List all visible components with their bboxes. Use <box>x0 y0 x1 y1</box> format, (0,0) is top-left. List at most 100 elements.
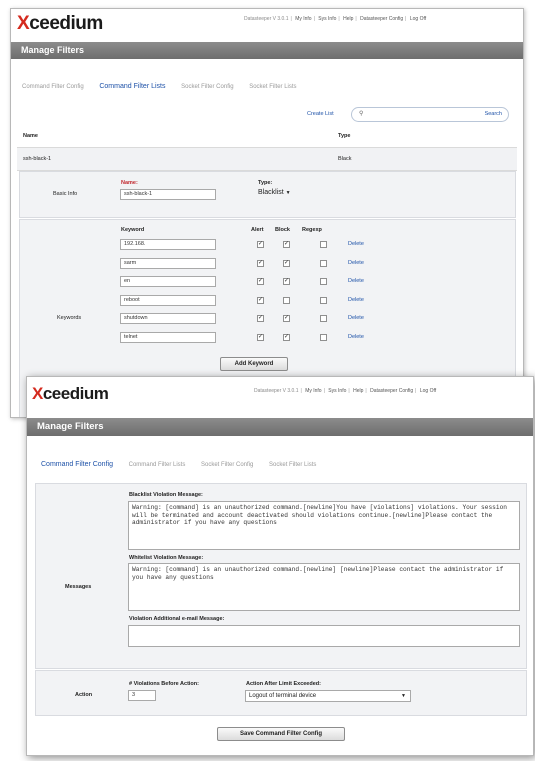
block-checkbox[interactable]: ✓ <box>283 333 290 341</box>
name-field[interactable]: ssh-black-1 <box>120 189 216 200</box>
add-keyword-button[interactable]: Add Keyword <box>220 357 288 371</box>
keyword-row: 192.168. ✓ ✓ Delete <box>20 236 515 252</box>
list-type: Black <box>338 156 352 162</box>
xceedium-logo: Xceedium <box>32 384 109 403</box>
type-label: Type: <box>258 180 273 186</box>
tab-socket-filter-config[interactable]: Socket Filter Config <box>201 462 253 468</box>
action-panel: Action # Violations Before Action: 3 Act… <box>35 670 527 716</box>
delete-keyword-link[interactable]: Delete <box>348 334 364 340</box>
block-checkbox[interactable]: ✓ <box>283 278 290 285</box>
my-info-link[interactable]: My Info <box>305 388 321 394</box>
command-filter-config-window: Xceedium Datasteeper V 3.0.1 | My Info | S… <box>26 376 534 756</box>
page-header: Manage Filters <box>27 418 533 436</box>
log-off-link[interactable]: Log Off <box>420 388 436 394</box>
tab-command-filter-config[interactable]: Command Filter Config <box>22 84 84 90</box>
datasteeper-config-link[interactable]: Datasteeper Config <box>370 388 413 394</box>
version-text: Datasteeper V 3.0.1 <box>244 16 289 22</box>
keyword-field[interactable]: shutdown <box>120 313 216 324</box>
delete-keyword-link[interactable]: Delete <box>348 315 364 321</box>
tab-command-filter-lists[interactable]: Command Filter Lists <box>129 462 186 468</box>
regexp-checkbox[interactable] <box>320 241 327 248</box>
alert-checkbox[interactable]: ✓ <box>257 278 264 285</box>
keyword-row: reboot ✓ Delete <box>20 292 515 308</box>
col-header-type: Type <box>338 133 351 139</box>
tab-socket-filter-lists[interactable]: Socket Filter Lists <box>269 462 316 468</box>
help-link[interactable]: Help <box>343 16 353 22</box>
keyword-field[interactable]: 192.168. <box>120 239 216 250</box>
tab-bar: Command Filter Config Command Filter Lis… <box>22 83 311 90</box>
basic-info-label: Basic Info <box>53 191 78 197</box>
violations-before-action-label: # Violations Before Action: <box>129 681 199 687</box>
help-link[interactable]: Help <box>353 388 363 394</box>
alert-checkbox[interactable]: ✓ <box>257 259 264 267</box>
my-info-link[interactable]: My Info <box>295 16 311 22</box>
version-text: Datasteeper V 3.0.1 <box>254 388 299 394</box>
kw-col-keyword: Keyword <box>121 227 145 233</box>
delete-keyword-link[interactable]: Delete <box>348 297 364 303</box>
chevron-down-icon: ▼ <box>285 190 291 196</box>
alert-checkbox[interactable]: ✓ <box>257 333 264 341</box>
block-checkbox[interactable] <box>283 296 290 304</box>
name-label: Name: <box>121 180 138 186</box>
col-header-name: Name <box>23 133 38 139</box>
keyword-row: en ✓ ✓ Delete <box>20 273 515 289</box>
alert-checkbox[interactable]: ✓ <box>257 315 264 322</box>
kw-col-regexp: Regexp <box>302 227 322 233</box>
top-nav: Datasteeper V 3.0.1 | My Info | Sys Info | … <box>244 16 427 22</box>
messages-panel: Messages Blacklist Violation Message: Wa… <box>35 483 527 669</box>
keyword-field[interactable]: sarm <box>120 257 216 269</box>
basic-info-panel: Basic Info Name: ssh-black-1 Type: Black… <box>19 171 516 218</box>
action-after-limit-select[interactable]: Logout of terminal device ▼ <box>245 690 411 702</box>
keyword-field[interactable]: telnet <box>120 331 216 343</box>
search-button[interactable]: Search <box>485 111 502 117</box>
top-nav: Datasteeper V 3.0.1 | My Info | Sys Info | … <box>254 388 437 394</box>
create-list-link[interactable]: Create List <box>307 111 334 117</box>
tab-socket-filter-lists[interactable]: Socket Filter Lists <box>249 84 296 90</box>
alert-checkbox[interactable]: ✓ <box>257 296 264 304</box>
email-message-textarea[interactable] <box>128 625 520 647</box>
tab-socket-filter-config[interactable]: Socket Filter Config <box>181 84 233 90</box>
kw-col-alert: Alert <box>251 227 264 233</box>
blacklist-message-label: Blacklist Violation Message: <box>129 492 203 498</box>
command-filter-lists-window: Xceedium Datasteeper V 3.0.1 | My Info | S… <box>10 8 524 418</box>
regexp-checkbox[interactable] <box>320 333 327 341</box>
regexp-checkbox[interactable] <box>320 278 327 285</box>
whitelist-message-textarea[interactable]: Warning: [command] is an unauthorized co… <box>128 563 520 611</box>
action-after-limit-label: Action After Limit Exceeded: <box>246 681 321 687</box>
log-off-link[interactable]: Log Off <box>410 16 426 22</box>
tab-command-filter-lists[interactable]: Command Filter Lists <box>99 83 165 90</box>
action-label: Action <box>75 692 93 698</box>
delete-keyword-link[interactable]: Delete <box>348 260 364 266</box>
sys-info-link[interactable]: Sys Info <box>318 16 336 22</box>
regexp-checkbox[interactable] <box>320 315 327 322</box>
email-message-label: Violation Additional e-mail Message: <box>129 616 225 622</box>
datasteeper-config-link[interactable]: Datasteeper Config <box>360 16 403 22</box>
alert-checkbox[interactable]: ✓ <box>257 241 264 248</box>
keyword-row: shutdown ✓ ✓ Delete <box>20 310 515 326</box>
regexp-checkbox[interactable] <box>320 296 327 304</box>
xceedium-logo: Xceedium <box>17 13 103 34</box>
search-input[interactable]: ⚲ Search <box>351 107 509 122</box>
save-command-filter-config-button[interactable]: Save Command Filter Config <box>217 727 345 741</box>
search-icon: ⚲ <box>359 111 364 117</box>
keyword-field[interactable]: reboot <box>120 294 216 306</box>
block-checkbox[interactable]: ✓ <box>283 259 290 267</box>
sys-info-link[interactable]: Sys Info <box>328 388 346 394</box>
keyword-field[interactable]: en <box>120 276 216 287</box>
blacklist-message-textarea[interactable]: Warning: [command] is an unauthorized co… <box>128 501 520 550</box>
block-checkbox[interactable]: ✓ <box>283 315 290 322</box>
list-row[interactable]: ssh-black-1 Black <box>17 147 517 171</box>
delete-keyword-link[interactable]: Delete <box>348 241 364 247</box>
type-select[interactable]: Blacklist ▼ <box>258 189 291 196</box>
block-checkbox[interactable]: ✓ <box>283 241 290 248</box>
messages-label: Messages <box>65 584 92 590</box>
keyword-row: telnet ✓ ✓ Delete <box>20 329 515 345</box>
violations-before-action-field[interactable]: 3 <box>128 690 156 701</box>
kw-col-block: Block <box>275 227 290 233</box>
page-header: Manage Filters <box>11 42 523 59</box>
regexp-checkbox[interactable] <box>320 259 327 267</box>
keyword-row: sarm ✓ ✓ Delete <box>20 255 515 271</box>
tab-command-filter-config[interactable]: Command Filter Config <box>41 461 113 468</box>
delete-keyword-link[interactable]: Delete <box>348 278 364 284</box>
whitelist-message-label: Whitelist Violation Message: <box>129 555 204 561</box>
